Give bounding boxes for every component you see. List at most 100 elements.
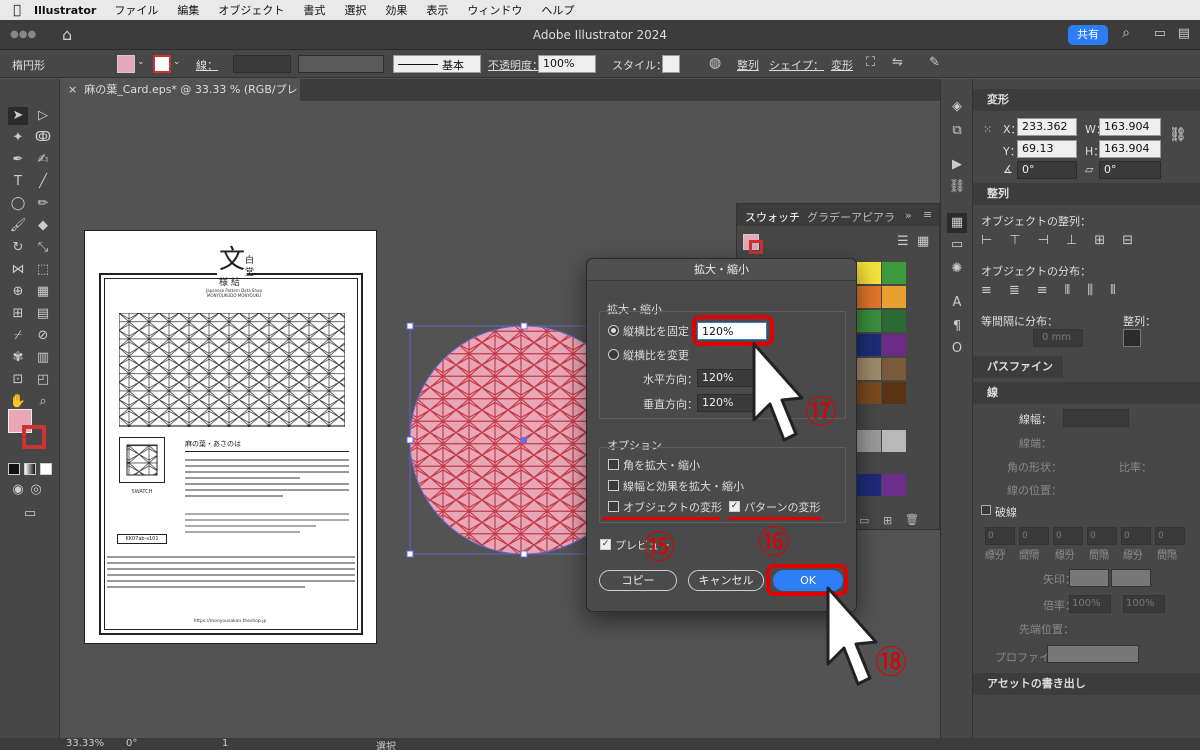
line-tool-icon[interactable]: ╱ (33, 173, 53, 191)
blend-tool-icon[interactable]: ⊘ (33, 327, 53, 345)
isolate-icon[interactable]: ⛶ (866, 55, 875, 70)
slice-tool-icon[interactable]: ◰ (33, 371, 53, 389)
menu-file[interactable]: ファイル (114, 2, 158, 18)
zoom-level[interactable]: 33.33% (66, 738, 104, 749)
y-field[interactable]: 69.13 mm (1017, 140, 1077, 171)
width-tool-icon[interactable]: ⋈ (8, 261, 28, 279)
opacity-field[interactable]: 100% (538, 55, 596, 73)
links-icon[interactable]: ⛓ (947, 177, 967, 197)
new-folder-icon[interactable]: ▭ (859, 514, 869, 527)
swatch[interactable] (882, 358, 906, 380)
reference-point-icon[interactable]: ⁙ (983, 123, 997, 137)
pathfinder-panel-title[interactable]: パスファインダー (973, 356, 1063, 395)
menu-type[interactable]: 書式 (303, 2, 325, 18)
scale-tool-icon[interactable]: ⤡ (33, 239, 53, 257)
swatch[interactable] (857, 358, 881, 380)
uniform-radio[interactable] (608, 325, 619, 336)
swatch[interactable] (882, 310, 906, 332)
arrow-start-select[interactable] (1069, 569, 1109, 587)
path-icon[interactable]: ✎ (929, 55, 940, 70)
rotate-tool-icon[interactable]: ↻ (8, 239, 28, 257)
swatch[interactable] (857, 334, 881, 356)
rotate-view-value[interactable]: 0° (126, 738, 137, 749)
cancel-button[interactable]: キャンセル (688, 570, 764, 591)
artboard-tool-icon[interactable]: ⊡ (8, 371, 28, 389)
swatch[interactable] (882, 474, 906, 496)
shape-link[interactable]: シェイプ： (769, 57, 824, 73)
character-icon[interactable]: A (947, 293, 967, 313)
swatch[interactable] (857, 382, 881, 404)
zoom-tool-icon[interactable]: ⌕ (33, 393, 53, 411)
tab-appearance[interactable]: アピアラ (851, 209, 895, 225)
swatch[interactable] (882, 286, 906, 308)
ellipse-tool-icon[interactable]: ◯ (8, 195, 28, 213)
eraser-icon[interactable]: ◆ (33, 217, 53, 235)
transform-panel-title[interactable]: 変形 (973, 89, 1200, 111)
pen-tool-icon[interactable]: ✒ (8, 151, 28, 169)
arrow-end-select[interactable] (1111, 569, 1151, 587)
curvature-tool-icon[interactable]: ✍ (33, 151, 53, 169)
color-mode-icon[interactable] (8, 463, 20, 475)
swatch[interactable] (882, 262, 906, 284)
swatches-panel-icon[interactable]: ▦ (947, 213, 967, 233)
search-icon[interactable]: ⌕ (1122, 25, 1130, 41)
chevron-down-icon[interactable]: ⌄ (137, 57, 145, 67)
h-field[interactable]: 163.904 m (1099, 140, 1161, 171)
none-mode-icon[interactable] (40, 463, 52, 475)
artboard-number[interactable]: 1 (222, 738, 228, 749)
apple-icon[interactable]:  (0, 3, 34, 18)
draw-behind-icon[interactable]: ◎ (26, 481, 46, 499)
shape-builder-icon[interactable]: ⊕ (8, 283, 28, 301)
document-tab[interactable]: × 麻の葉_Card.eps* @ 33.33 % (RGB/プレビュー) (60, 79, 300, 118)
x-field[interactable]: 233.362 m (1017, 118, 1077, 149)
dashed-checkbox[interactable] (981, 505, 991, 515)
artboards-icon[interactable]: ⧉ (947, 121, 967, 141)
swatch[interactable] (882, 382, 906, 404)
stroke-weight-field[interactable] (233, 55, 291, 73)
align-link[interactable]: 整列 (737, 57, 759, 73)
preview-checkbox[interactable]: ✓ (600, 539, 611, 550)
menu-select[interactable]: 選択 (344, 2, 366, 18)
opacity-label[interactable]: 不透明度： (488, 57, 543, 73)
menu-help[interactable]: ヘルプ (541, 2, 574, 18)
align-to-selection-icon[interactable] (1123, 329, 1141, 347)
spacing-field[interactable]: 0 mm (1033, 329, 1083, 347)
scale-strokes-checkbox[interactable] (608, 480, 619, 491)
panel-menu-icon[interactable]: ≡ (923, 208, 932, 221)
trash-icon[interactable]: 🗑 (905, 513, 919, 526)
panel-expand-icon[interactable]: » (905, 209, 912, 222)
symbol-sprayer-icon[interactable]: ✾ (8, 349, 28, 367)
opentype-icon[interactable]: O (947, 339, 967, 359)
type-tool-icon[interactable]: T (8, 173, 28, 191)
stroke-weight-label[interactable]: 線： (196, 57, 218, 73)
align-buttons[interactable]: ⊢⊤⊣⊥⊞⊟ (981, 233, 1191, 248)
arrow-scale-end[interactable]: 100% (1123, 595, 1165, 613)
stroke-color-icon[interactable] (22, 425, 46, 449)
constrain-link-icon[interactable]: ⛓ (1169, 127, 1187, 143)
transform-link[interactable]: 変形 (831, 57, 853, 73)
swatch[interactable] (857, 474, 881, 496)
lasso-icon[interactable]: ↂ (33, 129, 53, 147)
fill-swatch[interactable] (117, 55, 135, 73)
draw-normal-icon[interactable]: ◉ (8, 481, 28, 499)
dash-field[interactable]: 0 mm (1121, 527, 1151, 557)
graph-tool-icon[interactable]: ▥ (33, 349, 53, 367)
arrange-icon[interactable]: ▤ (1178, 26, 1190, 41)
brush-tool-icon[interactable]: 🖌 (8, 217, 28, 235)
transform-objects-checkbox[interactable] (608, 501, 619, 512)
shear-field[interactable]: 0° (1099, 161, 1161, 179)
screen-mode-icon[interactable]: ▭ (20, 505, 40, 523)
non-uniform-radio[interactable] (608, 349, 619, 360)
tab-swatches[interactable]: スウォッチ (745, 209, 800, 225)
gradient-tool-icon[interactable]: ▤ (33, 305, 53, 323)
pencil-tool-icon[interactable]: ✏ (33, 195, 53, 213)
swatch[interactable] (857, 310, 881, 332)
play-icon[interactable]: ▶ (947, 155, 967, 175)
layers-icon[interactable]: ◈ (947, 97, 967, 117)
swatch-stroke-icon[interactable] (749, 240, 763, 254)
selection-tool-icon[interactable]: ➤ (8, 107, 28, 125)
perspective-grid-icon[interactable]: ▦ (33, 283, 53, 301)
menu-app-name[interactable]: Illustrator (34, 4, 96, 17)
menu-window[interactable]: ウィンドウ (467, 2, 522, 18)
gap-field[interactable]: 0 mm (1155, 527, 1185, 557)
